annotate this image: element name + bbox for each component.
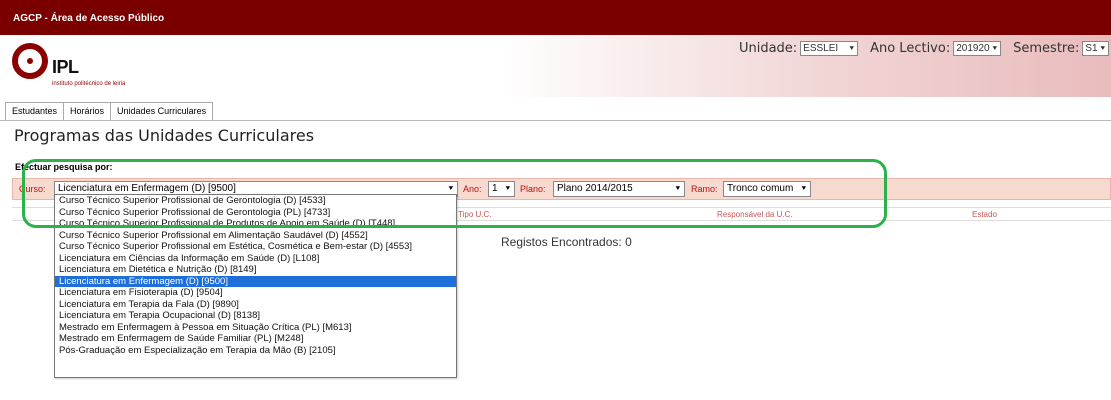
unidade-value: ESSLEI	[803, 43, 839, 54]
ramo-label: Ramo:	[691, 184, 718, 194]
chevron-down-icon: ⯆	[504, 184, 511, 193]
semestre-value: S1	[1085, 43, 1098, 54]
chevron-down-icon: ⯆	[991, 44, 998, 53]
chevron-down-icon: ⯆	[447, 184, 454, 193]
ano-label: Ano:	[463, 184, 482, 194]
curso-option[interactable]: Curso Técnico Superior Profissional de G…	[55, 207, 456, 219]
curso-option[interactable]: Licenciatura em Fisioterapia (D) [9504]	[55, 287, 456, 299]
chevron-down-icon: ⯆	[1099, 44, 1106, 53]
curso-option[interactable]: Curso Técnico Superior Profissional de P…	[55, 218, 456, 230]
unidade-label: Unidade:	[738, 41, 798, 56]
semestre-select[interactable]: S1 ⯆	[1082, 41, 1109, 56]
main-tabs: Estudantes Horários Unidades Curriculares	[5, 101, 214, 121]
curso-option[interactable]: Licenciatura em Terapia Ocupacional (D) …	[55, 310, 456, 322]
ramo-select[interactable]: Tronco comum ⯆	[723, 181, 811, 197]
ano-value: 1	[492, 183, 498, 194]
ramo-value: Tronco comum	[727, 183, 794, 194]
tab-divider	[0, 120, 1111, 121]
header: IPL instituto politécnico de leiria Unid…	[0, 35, 1111, 97]
chevron-down-icon: ⯆	[800, 184, 807, 193]
semestre-label: Semestre:	[1013, 41, 1080, 56]
logo-subtitle: instituto politécnico de leiria	[52, 81, 126, 87]
plano-value: Plano 2014/2015	[557, 183, 633, 194]
curso-label: Curso:	[19, 184, 46, 194]
curso-option[interactable]: Pós-Graduação em Especialização em Terap…	[55, 345, 456, 357]
ano-select[interactable]: 1 ⯆	[488, 181, 515, 197]
tab-unidades-curriculares[interactable]: Unidades Curriculares	[110, 102, 214, 121]
column-header-estado[interactable]: Estado	[972, 210, 997, 219]
tab-horarios[interactable]: Horários	[63, 102, 112, 121]
ano-lectivo-select[interactable]: 201920 ⯆	[953, 41, 1001, 56]
ipl-logo[interactable]: IPL instituto politécnico de leiria	[12, 43, 162, 95]
curso-option[interactable]: Curso Técnico Superior Profissional em A…	[55, 230, 456, 242]
ano-lectivo-label: Ano Lectivo:	[870, 41, 951, 56]
context-selectors: Unidade: ESSLEI ⯆ Ano Lectivo: 201920 ⯆ Sem…	[733, 41, 1111, 56]
top-bar: AGCP - Área de Acesso Público	[0, 0, 1111, 35]
logo-name: IPL	[52, 57, 79, 77]
curso-option[interactable]: Licenciatura em Terapia da Fala (D) [989…	[55, 299, 456, 311]
tab-estudantes[interactable]: Estudantes	[5, 102, 65, 121]
app-title: AGCP - Área de Acesso Público	[13, 13, 165, 24]
unidade-select[interactable]: ESSLEI ⯆	[800, 41, 858, 56]
ano-lectivo-value: 201920	[956, 43, 990, 54]
curso-option[interactable]: Curso Técnico Superior Profissional de G…	[55, 195, 456, 207]
search-label: Efectuar pesquisa por:	[15, 162, 113, 172]
records-count: Registos Encontrados: 0	[501, 235, 632, 249]
curso-dropdown-list[interactable]: Curso Técnico Superior Profissional de G…	[54, 194, 457, 378]
curso-option[interactable]: Licenciatura em Enfermagem (D) [9500]	[55, 275, 456, 287]
curso-option[interactable]: Curso Técnico Superior Profissional em E…	[55, 241, 456, 253]
logo-ring-icon	[12, 43, 48, 79]
curso-option[interactable]: Licenciatura em Dietética e Nutrição (D)…	[55, 264, 456, 276]
curso-option[interactable]: Mestrado em Enfermagem à Pessoa em Situa…	[55, 322, 456, 334]
chevron-down-icon: ⯆	[848, 44, 855, 53]
column-header-tipo[interactable]: Tipo U.C.	[458, 210, 492, 219]
curso-option[interactable]: Licenciatura em Ciências da Informação e…	[55, 253, 456, 265]
column-header-responsavel[interactable]: Responsável da U.C.	[717, 210, 793, 219]
chevron-down-icon: ⯆	[674, 184, 681, 193]
plano-select[interactable]: Plano 2014/2015 ⯆	[553, 181, 685, 197]
curso-option[interactable]: Mestrado em Enfermagem de Saúde Familiar…	[55, 333, 456, 345]
plano-label: Plano:	[520, 184, 546, 194]
page-title: Programas das Unidades Curriculares	[14, 126, 315, 145]
curso-value: Licenciatura em Enfermagem (D) [9500]	[58, 183, 236, 194]
